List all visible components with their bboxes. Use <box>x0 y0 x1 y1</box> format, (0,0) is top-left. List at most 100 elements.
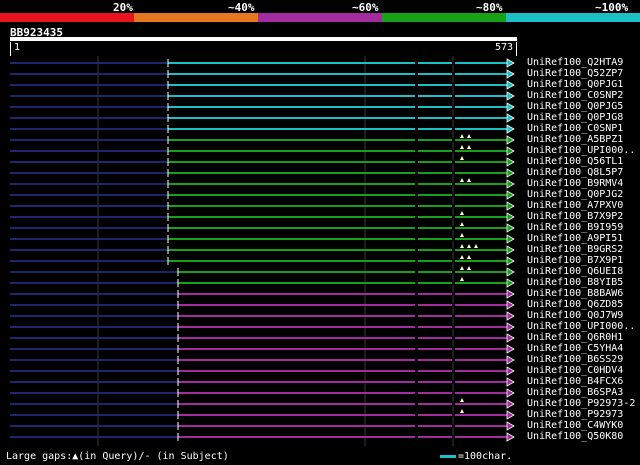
hit-id-link[interactable]: UniRef100_A5BPZ1 <box>527 135 623 145</box>
hit-id-link[interactable]: UniRef100_P92973 <box>527 410 623 420</box>
hit-row[interactable] <box>10 145 515 156</box>
legend-purple-segment <box>258 13 382 22</box>
hit-id-link[interactable]: UniRef100_B8BAW6 <box>527 289 623 299</box>
hit-row[interactable] <box>10 289 515 299</box>
hit-arrowhead <box>506 201 515 211</box>
hit-arrowhead <box>506 432 515 442</box>
hit-id-link[interactable]: UniRef100_Q6R0H1 <box>527 333 623 343</box>
hit-id-link[interactable]: UniRef100_Q6UEI8 <box>527 267 623 277</box>
hit-id-link[interactable]: UniRef100_C0SNP2 <box>527 91 623 101</box>
hit-row[interactable] <box>10 58 515 68</box>
hit-arrowhead <box>506 223 515 233</box>
hit-row[interactable] <box>10 255 515 266</box>
hit-id-link[interactable]: UniRef100_B9RMV4 <box>527 179 623 189</box>
hit-id-link[interactable]: UniRef100_Q0PJG8 <box>527 113 623 123</box>
hit-id-link[interactable]: UniRef100_Q6ZD85 <box>527 300 623 310</box>
hit-id-link[interactable]: UniRef100_B6SPA3 <box>527 388 623 398</box>
hit-arrowhead <box>506 377 515 387</box>
hit-arrowhead <box>506 333 515 343</box>
hit-id-link[interactable]: UniRef100_B8YIB5 <box>527 278 623 288</box>
hit-id-link[interactable]: UniRef100_Q0PJG5 <box>527 102 623 112</box>
hit-row[interactable] <box>10 344 515 354</box>
hit-id-link[interactable]: UniRef100_B4FCX6 <box>527 377 623 387</box>
hit-row[interactable] <box>10 366 515 376</box>
hit-row[interactable] <box>10 168 515 178</box>
subject-gap <box>415 435 418 439</box>
hit-id-link[interactable]: UniRef100_A7PXV0 <box>527 201 623 211</box>
query-gap-marker <box>460 211 464 215</box>
query-gap-marker <box>467 244 471 248</box>
hit-row[interactable] <box>10 178 515 189</box>
hit-row[interactable] <box>10 134 515 145</box>
hit-arrowhead <box>506 344 515 354</box>
hit-id-link[interactable]: UniRef100_B9GRS2 <box>527 245 623 255</box>
hit-row[interactable] <box>10 409 515 420</box>
hit-row[interactable] <box>10 244 515 255</box>
hit-id-link[interactable]: UniRef100_Q0PJG2 <box>527 190 623 200</box>
hit-arrowhead <box>506 311 515 321</box>
hit-row[interactable] <box>10 211 515 222</box>
subject-gap <box>415 215 418 219</box>
hit-row[interactable] <box>10 421 515 431</box>
hit-id-link[interactable]: UniRef100_B9I959 <box>527 223 623 233</box>
hit-row[interactable] <box>10 398 515 409</box>
hit-row[interactable] <box>10 355 515 365</box>
hit-row[interactable] <box>10 266 515 277</box>
query-gap-marker <box>460 222 464 226</box>
hit-arrowhead <box>506 366 515 376</box>
subject-gap <box>415 61 418 65</box>
subject-gap <box>452 215 455 219</box>
hit-row[interactable] <box>10 69 515 79</box>
hit-id-link[interactable]: UniRef100_B7X9P2 <box>527 212 623 222</box>
query-gap-marker <box>460 233 464 237</box>
hit-id-link[interactable]: UniRef100_B6SS29 <box>527 355 623 365</box>
subject-gap <box>452 402 455 406</box>
hit-id-link[interactable]: UniRef100_Q52ZP7 <box>527 69 623 79</box>
scale-legend: =100char. <box>440 451 512 462</box>
hit-row[interactable] <box>10 377 515 387</box>
hit-id-link[interactable]: UniRef100_UPI000.. <box>527 322 635 332</box>
hit-id-link[interactable]: UniRef100_A9PI51 <box>527 234 623 244</box>
hit-id-link[interactable]: UniRef100_Q0J7W9 <box>527 311 623 321</box>
hit-id-link[interactable]: UniRef100_C0SNP1 <box>527 124 623 134</box>
hit-row[interactable] <box>10 222 515 233</box>
hit-row[interactable] <box>10 432 515 442</box>
hit-id-link[interactable]: UniRef100_Q56TL1 <box>527 157 623 167</box>
subject-gap <box>452 127 455 131</box>
hit-id-link[interactable]: UniRef100_B7X9P1 <box>527 256 623 266</box>
hit-id-link[interactable]: UniRef100_C4WYK0 <box>527 421 623 431</box>
hit-row[interactable] <box>10 333 515 343</box>
hit-row[interactable] <box>10 80 515 90</box>
hit-id-link[interactable]: UniRef100_Q0PJG1 <box>527 80 623 90</box>
hit-id-link[interactable]: UniRef100_UPI000.. <box>527 146 635 156</box>
hit-row[interactable] <box>10 277 515 288</box>
subject-gap <box>415 391 418 395</box>
hit-row[interactable] <box>10 300 515 310</box>
hit-row[interactable] <box>10 311 515 321</box>
hit-row[interactable] <box>10 124 515 134</box>
hit-id-link[interactable]: UniRef100_C5YHA4 <box>527 344 623 354</box>
hit-row[interactable] <box>10 201 515 211</box>
hit-row[interactable] <box>10 102 515 112</box>
subject-gap <box>415 270 418 274</box>
hit-arrowhead <box>506 146 515 156</box>
hit-id-link[interactable]: UniRef100_Q2HTA9 <box>527 58 623 68</box>
query-gap-marker <box>467 145 471 149</box>
hit-id-link[interactable]: UniRef100_P92973-2 <box>527 399 635 409</box>
hit-row[interactable] <box>10 190 515 200</box>
hit-row[interactable] <box>10 388 515 398</box>
subject-gap <box>452 391 455 395</box>
hit-arrowhead <box>506 234 515 244</box>
hit-id-link[interactable]: UniRef100_C0HDV4 <box>527 366 623 376</box>
hit-row[interactable] <box>10 156 515 167</box>
hit-id-link[interactable]: UniRef100_Q8L5P7 <box>527 168 623 178</box>
hit-id-link[interactable]: UniRef100_Q50K80 <box>527 432 623 442</box>
ruler-end-label: 573 <box>494 42 513 53</box>
hit-row[interactable] <box>10 233 515 244</box>
subject-gap <box>452 248 455 252</box>
subject-gap <box>452 413 455 417</box>
hit-row[interactable] <box>10 91 515 101</box>
hit-row[interactable] <box>10 322 515 332</box>
hit-row[interactable] <box>10 113 515 123</box>
query-gap-marker <box>460 244 464 248</box>
